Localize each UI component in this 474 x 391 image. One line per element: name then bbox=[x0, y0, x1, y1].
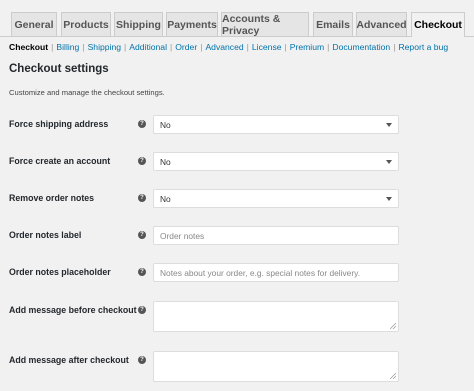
help-icon[interactable]: ? bbox=[138, 268, 146, 276]
help-icon[interactable]: ? bbox=[138, 157, 146, 165]
subnav-premium[interactable]: Premium bbox=[290, 42, 324, 52]
tab-general[interactable]: General bbox=[11, 12, 57, 36]
help-icon[interactable]: ? bbox=[138, 120, 146, 128]
order-notes-label-input[interactable]: Order notes bbox=[153, 226, 399, 245]
order-notes-label-label: Order notes label bbox=[9, 230, 82, 240]
subnav-billing[interactable]: Billing bbox=[56, 42, 79, 52]
chevron-down-icon bbox=[386, 159, 392, 164]
page-title: Checkout settings bbox=[9, 63, 109, 75]
subnav-separator: | bbox=[246, 42, 249, 52]
subnav-order[interactable]: Order bbox=[175, 42, 197, 52]
help-icon[interactable]: ? bbox=[138, 356, 146, 364]
section-subnav: Checkout | Billing | Shipping | Additional | Ord… bbox=[9, 42, 448, 54]
message-before-checkout-label: Add message before checkout bbox=[9, 305, 137, 315]
subnav-separator: | bbox=[82, 42, 85, 52]
subnav-separator: | bbox=[200, 42, 203, 52]
tab-advanced[interactable]: Advanced bbox=[356, 12, 407, 36]
subnav-separator: | bbox=[170, 42, 173, 52]
page-description: Customize and manage the checkout settin… bbox=[9, 88, 165, 97]
subnav-separator: | bbox=[51, 42, 54, 52]
subnav-separator: | bbox=[327, 42, 330, 52]
select-value: No bbox=[160, 156, 171, 167]
order-notes-placeholder-label: Order notes placeholder bbox=[9, 267, 111, 277]
help-icon[interactable]: ? bbox=[138, 306, 146, 314]
input-placeholder: Notes about your order, e.g. special not… bbox=[160, 267, 361, 278]
subnav-checkout[interactable]: Checkout bbox=[9, 42, 48, 52]
subnav-shipping[interactable]: Shipping bbox=[88, 42, 121, 52]
chevron-down-icon bbox=[386, 196, 392, 201]
subnav-documentation[interactable]: Documentation bbox=[332, 42, 390, 52]
chevron-down-icon bbox=[386, 122, 392, 127]
input-placeholder: Order notes bbox=[160, 230, 205, 241]
message-after-checkout-textarea[interactable] bbox=[153, 351, 399, 382]
tab-products[interactable]: Products bbox=[61, 12, 111, 36]
settings-tabs: General Products Shipping Payments Accou… bbox=[0, 0, 474, 37]
subnav-license[interactable]: License bbox=[252, 42, 282, 52]
force-shipping-address-select[interactable]: No bbox=[153, 115, 399, 134]
resize-handle-icon[interactable] bbox=[390, 373, 396, 379]
message-before-checkout-textarea[interactable] bbox=[153, 301, 399, 332]
resize-handle-icon[interactable] bbox=[390, 323, 396, 329]
remove-order-notes-label: Remove order notes bbox=[9, 193, 95, 203]
tab-accounts-privacy[interactable]: Accounts & Privacy bbox=[221, 12, 309, 37]
tab-emails[interactable]: Emails bbox=[313, 12, 353, 36]
subnav-separator: | bbox=[124, 42, 127, 52]
tab-checkout[interactable]: Checkout bbox=[411, 12, 465, 37]
select-value: No bbox=[160, 193, 171, 204]
help-icon[interactable]: ? bbox=[138, 194, 146, 202]
remove-order-notes-select[interactable]: No bbox=[153, 189, 399, 208]
help-icon[interactable]: ? bbox=[138, 231, 146, 239]
subnav-additional[interactable]: Additional bbox=[129, 42, 167, 52]
subnav-separator: | bbox=[284, 42, 287, 52]
order-notes-placeholder-input[interactable]: Notes about your order, e.g. special not… bbox=[153, 263, 399, 282]
subnav-advanced[interactable]: Advanced bbox=[205, 42, 243, 52]
subnav-report-bug[interactable]: Report a bug bbox=[398, 42, 448, 52]
force-create-account-select[interactable]: No bbox=[153, 152, 399, 171]
subnav-separator: | bbox=[393, 42, 396, 52]
select-value: No bbox=[160, 119, 171, 130]
tab-payments[interactable]: Payments bbox=[166, 12, 218, 36]
force-create-account-label: Force create an account bbox=[9, 156, 111, 166]
force-shipping-address-label: Force shipping address bbox=[9, 119, 109, 129]
message-after-checkout-label: Add message after checkout bbox=[9, 355, 129, 365]
tab-shipping[interactable]: Shipping bbox=[114, 12, 163, 36]
